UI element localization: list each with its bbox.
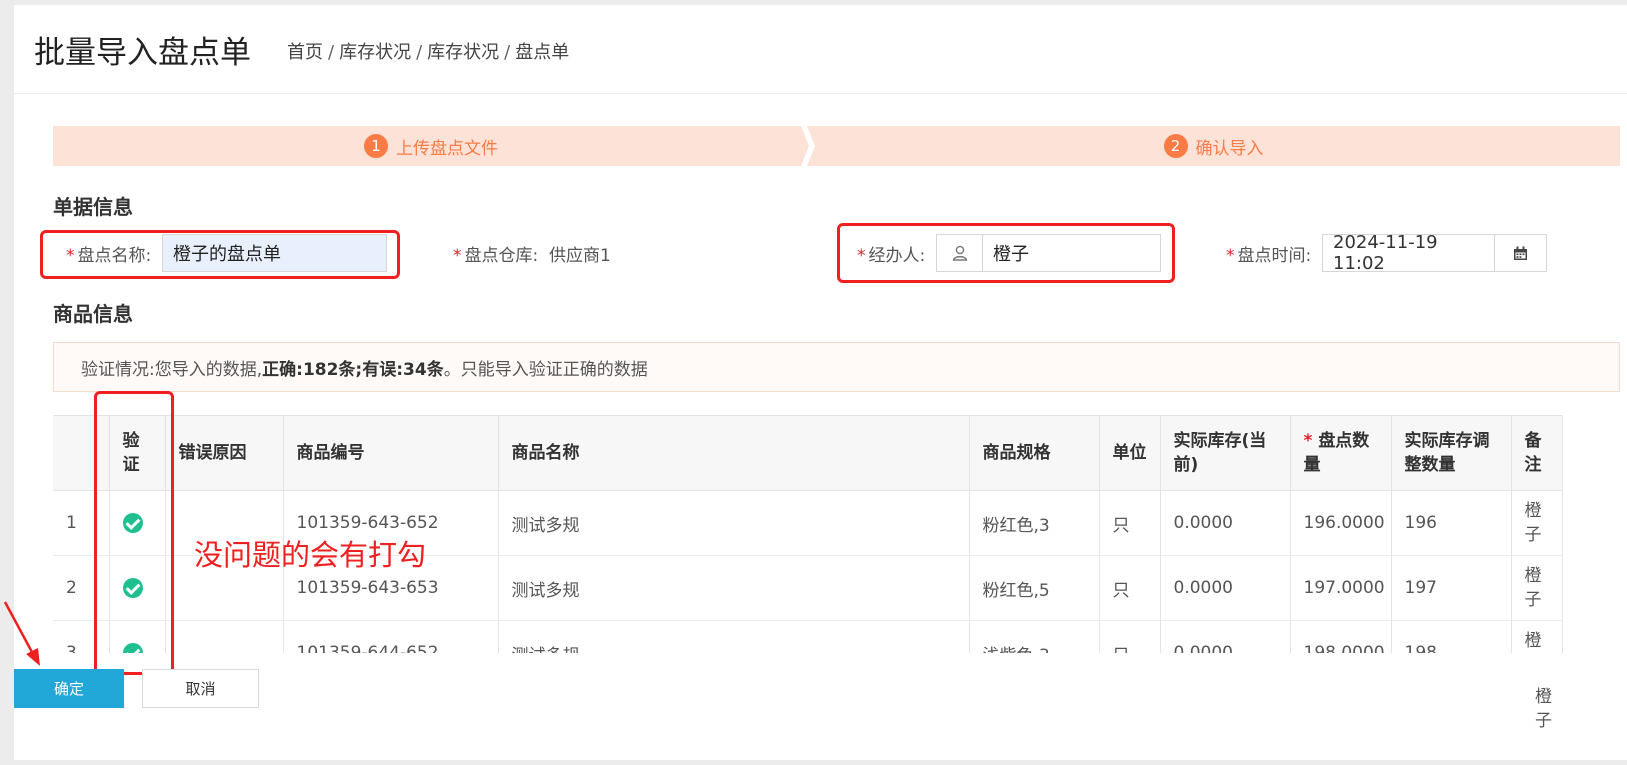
validation-err-count: 有误:34条 [362, 359, 444, 380]
col-remark-header: 备注 [1511, 415, 1563, 491]
step-number-2: 2 [1163, 134, 1188, 158]
cancel-button[interactable]: 取消 [142, 669, 259, 708]
unit-cell: 只 [1099, 555, 1161, 621]
name-cell: 测试多规 [498, 490, 970, 556]
page-header: 批量导入盘点单 首页 / 库存状况 / 库存状况 / 盘点单 [14, 5, 1627, 94]
row-index: 1 [53, 490, 110, 556]
warehouse-label-text: 盘点仓库: [464, 246, 539, 266]
col-count-qty-label: 盘点数量 [1303, 431, 1370, 475]
step-number-1: 1 [364, 134, 388, 158]
goods-info-title: 商品信息 [53, 302, 133, 326]
col-unit-header: 单位 [1099, 415, 1161, 491]
table-row: 3 101359-644-652 测试多规 浅紫色,3 只 0.0000 198… [53, 620, 1563, 653]
col-name-header: 商品名称 [498, 415, 970, 491]
table-header-row: 验证 错误原因 商品编号 商品名称 商品规格 单位 实际库存(当前) * 盘点数… [53, 415, 1563, 491]
breadcrumb-stocktake: 盘点单 [515, 42, 570, 63]
doc-info-title: 单据信息 [53, 195, 133, 219]
calendar-icon[interactable] [1494, 234, 1547, 272]
row-index: 3 [53, 620, 110, 653]
step-upload: 1 上传盘点文件 [53, 126, 809, 166]
spec-cell: 粉红色,3 [969, 490, 1100, 556]
user-icon [936, 234, 983, 272]
validation-alert: 验证情况:您导入的数据, 正确:182条; 有误:34条 。只能导入验证正确的数据 [53, 342, 1620, 392]
unit-cell: 只 [1099, 620, 1161, 653]
col-verify-header: 验证 [109, 415, 166, 491]
code-cell: 101359-644-652 [283, 620, 499, 653]
stocktake-name-label: * 盘点名称: [66, 241, 151, 266]
handler-label: * 经办人: [857, 241, 925, 266]
steps-bar: 1 上传盘点文件 2 确认导入 [53, 126, 1620, 166]
actual-stock-cell: 0.0000 [1160, 490, 1291, 556]
breadcrumb-home[interactable]: 首页 [287, 42, 323, 63]
actual-stock-cell: 0.0000 [1160, 620, 1291, 653]
remark-overflow: 橙子 [1535, 687, 1552, 731]
breadcrumb-separator: / [328, 42, 335, 63]
validation-ok-count: 正确:182条; [262, 359, 363, 380]
verify-cell [109, 620, 166, 653]
spec-cell: 粉红色,5 [969, 555, 1100, 621]
handler-label-text: 经办人: [868, 246, 926, 266]
remark-cell: 橙子 [1511, 490, 1563, 556]
remark-cell: 橙子 [1511, 620, 1563, 653]
step-label-confirm: 确认导入 [1195, 138, 1264, 159]
verify-cell [109, 555, 166, 621]
unit-cell: 只 [1099, 490, 1161, 556]
count-qty-cell: 196.0000 [1290, 490, 1392, 556]
adjust-qty-cell: 198 [1391, 620, 1512, 653]
adjust-qty-cell: 197 [1391, 555, 1512, 621]
warehouse-value: 供应商1 [549, 246, 611, 266]
confirm-button[interactable]: 确定 [14, 669, 124, 708]
col-adjust-qty-header: 实际库存调整数量 [1391, 415, 1512, 491]
required-mark: * [857, 246, 866, 266]
required-mark: * [66, 246, 75, 266]
col-spec-header: 商品规格 [969, 415, 1100, 491]
annotation-text: 没问题的会有打勾 [194, 538, 427, 572]
spec-cell: 浅紫色,3 [969, 620, 1100, 653]
count-qty-cell: 198.0000 [1290, 620, 1392, 653]
check-circle-icon [122, 513, 143, 533]
stocktake-time-label: * 盘点时间: [1226, 241, 1311, 266]
col-code-header: 商品编号 [283, 415, 499, 491]
remark-cell: 橙子 [1511, 555, 1563, 621]
warehouse-label: * 盘点仓库: [453, 241, 538, 266]
breadcrumb-separator: / [504, 42, 511, 63]
col-count-qty-header: * 盘点数量 [1290, 415, 1392, 491]
actual-stock-cell: 0.0000 [1160, 555, 1291, 621]
handler-input[interactable]: 橙子 [982, 234, 1161, 272]
breadcrumb-stock-status[interactable]: 库存状况 [339, 42, 411, 63]
required-mark: * [1303, 431, 1313, 451]
count-qty-cell: 197.0000 [1290, 555, 1392, 621]
step-confirm: 2 确认导入 [807, 126, 1620, 166]
adjust-qty-cell: 196 [1391, 490, 1512, 556]
error-reason-cell [165, 620, 284, 653]
annotation-arrow-icon [3, 601, 40, 666]
col-error-reason-header: 错误原因 [165, 415, 284, 491]
row-index: 2 [53, 555, 110, 621]
breadcrumb-stock-status-2[interactable]: 库存状况 [427, 42, 499, 63]
breadcrumb: 首页 / 库存状况 / 库存状况 / 盘点单 [287, 38, 569, 64]
required-mark: * [1226, 246, 1235, 266]
name-cell: 测试多规 [498, 555, 970, 621]
page: 批量导入盘点单 首页 / 库存状况 / 库存状况 / 盘点单 1 上传盘点文件 2 确认导入… [14, 5, 1627, 760]
step-label-upload: 上传盘点文件 [396, 138, 498, 159]
validation-suffix: 。只能导入验证正确的数据 [443, 359, 648, 380]
stocktake-name-label-text: 盘点名称: [77, 246, 152, 266]
page-title: 批量导入盘点单 [34, 35, 251, 71]
stocktake-time-input[interactable]: 2024-11-19 11:02 [1322, 232, 1495, 274]
stocktake-time-label-text: 盘点时间: [1237, 246, 1312, 266]
check-circle-icon [122, 643, 143, 653]
breadcrumb-separator: / [416, 42, 423, 63]
required-mark: * [453, 246, 462, 266]
stocktake-name-input[interactable]: 橙子的盘点单 [162, 234, 387, 272]
name-cell: 测试多规 [498, 620, 970, 653]
col-index-header [53, 415, 110, 491]
col-actual-stock-header: 实际库存(当前) [1160, 415, 1291, 491]
validation-prefix: 验证情况:您导入的数据, [81, 359, 263, 380]
check-circle-icon [122, 578, 143, 598]
verify-cell [109, 490, 166, 556]
